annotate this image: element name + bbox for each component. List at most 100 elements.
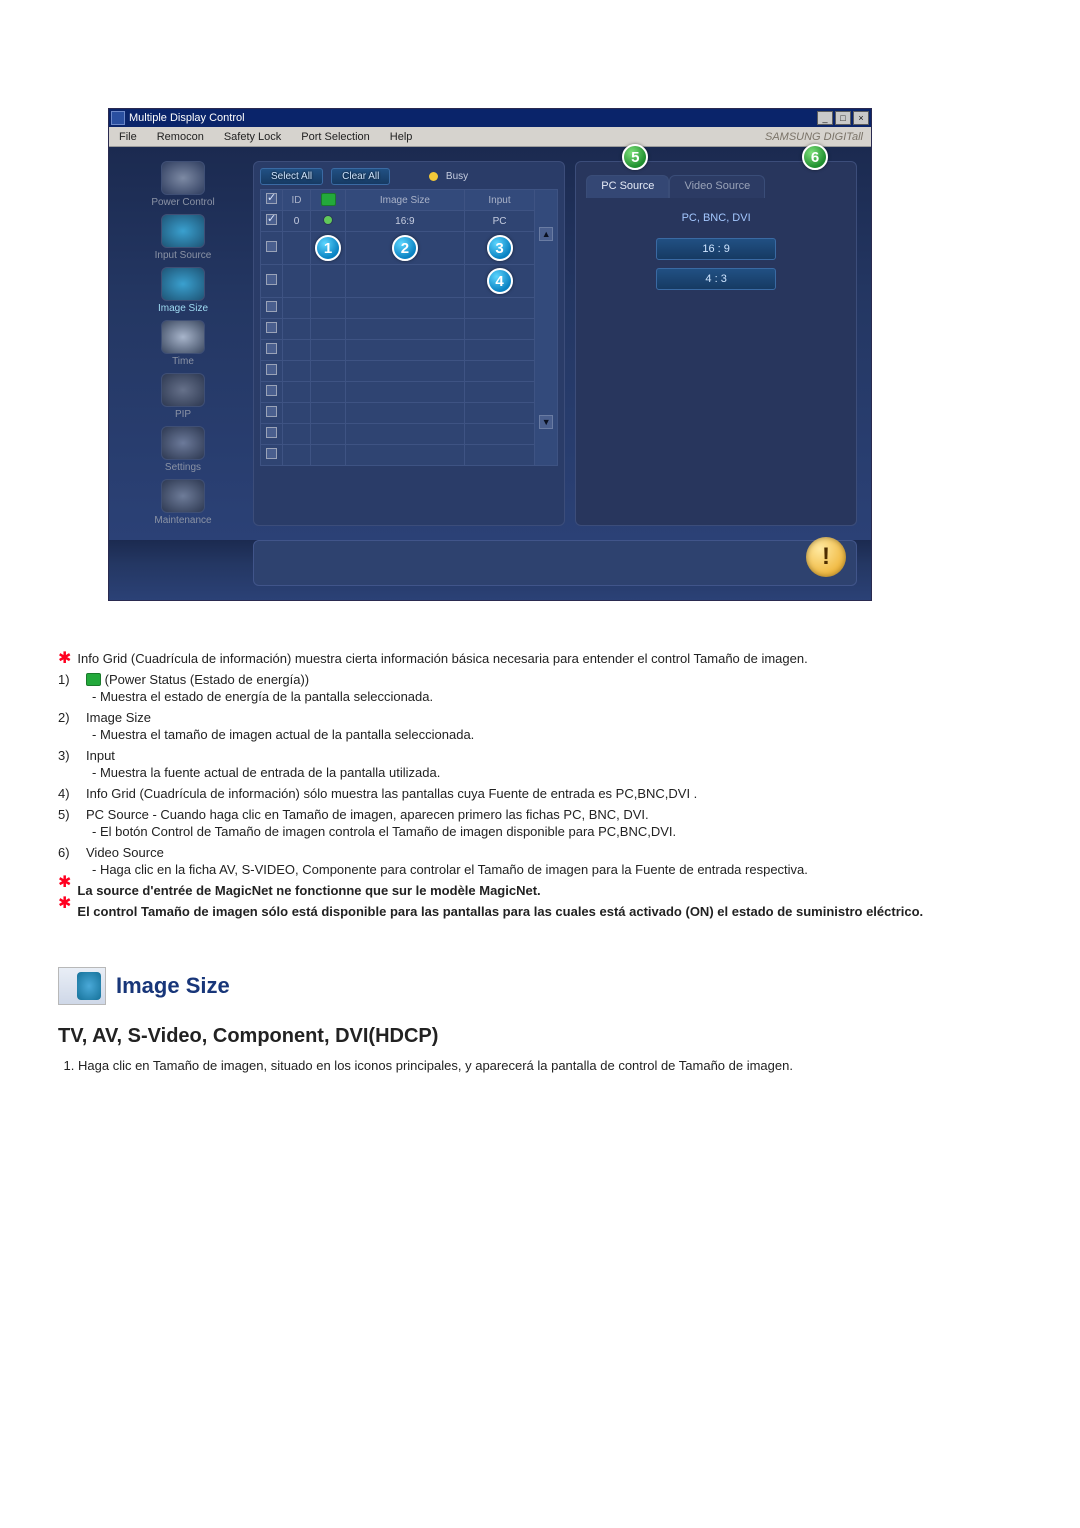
row-checkbox[interactable] — [266, 385, 277, 396]
row-checkbox[interactable] — [266, 274, 277, 285]
titlebar[interactable]: Multiple Display Control _ □ × — [109, 109, 871, 127]
menu-safety-lock[interactable]: Safety Lock — [214, 131, 291, 143]
table-row[interactable] — [261, 445, 558, 466]
row-checkbox[interactable] — [266, 241, 277, 252]
list-subtext: - Muestra la fuente actual de entrada de… — [92, 765, 1022, 780]
power-status-icon — [321, 193, 336, 206]
status-bar: ! — [253, 540, 857, 586]
list-subtext: - Haga clic en la ficha AV, S-VIDEO, Com… — [92, 862, 1022, 877]
ratio-16-9-button[interactable]: 16 : 9 — [656, 238, 776, 260]
section-heading-row: Image Size — [58, 967, 1022, 1005]
table-row[interactable] — [261, 298, 558, 319]
app-window: Multiple Display Control _ □ × File Remo… — [108, 108, 872, 601]
power-on-icon — [323, 215, 333, 225]
callout-6: 6 — [802, 144, 828, 170]
warning-note-2: ✱ El control Tamaño de imagen sólo está … — [58, 904, 1022, 919]
ratio-4-3-button[interactable]: 4 : 3 — [656, 268, 776, 290]
callout-3: 3 — [487, 235, 513, 261]
list-item-4: 4) Info Grid (Cuadrícula de información)… — [58, 786, 1022, 801]
sidebar-item-settings[interactable]: Settings — [124, 426, 242, 473]
scroll-down-icon[interactable]: ▼ — [539, 415, 553, 429]
row-checkbox[interactable] — [266, 448, 277, 459]
sidebar-item-input[interactable]: Input Source — [124, 214, 242, 261]
row-checkbox[interactable] — [266, 406, 277, 417]
scroll-up-icon[interactable]: ▲ — [539, 227, 553, 241]
list-text: Input — [86, 748, 115, 763]
sidebar-item-label: PIP — [124, 409, 242, 420]
row-checkbox[interactable] — [266, 301, 277, 312]
tab-pc-source[interactable]: PC Source — [586, 175, 669, 198]
list-item-5: 5) PC Source - Cuando haga clic en Tamañ… — [58, 807, 1022, 822]
time-icon — [161, 320, 205, 354]
sidebar-item-label: Settings — [124, 462, 242, 473]
intro-star-note: ✱ Info Grid (Cuadrícula de información) … — [58, 651, 1022, 666]
table-row[interactable]: 1 2 3 — [261, 232, 558, 265]
sidebar-item-maintenance[interactable]: Maintenance — [124, 479, 242, 526]
cell-image-size: 16:9 — [346, 211, 465, 232]
table-row[interactable] — [261, 340, 558, 361]
list-number: 5) — [58, 807, 80, 822]
table-row[interactable]: 0 16:9 PC — [261, 211, 558, 232]
sidebar-item-image-size[interactable]: Image Size — [124, 267, 242, 314]
subheading: TV, AV, S-Video, Component, DVI(HDCP) — [58, 1025, 1022, 1048]
menu-remocon[interactable]: Remocon — [147, 131, 214, 143]
list-subtext: - Muestra el estado de energía de la pan… — [92, 689, 1022, 704]
table-row[interactable] — [261, 319, 558, 340]
list-number: 4) — [58, 786, 80, 801]
list-text: Info Grid (Cuadrícula de información) só… — [86, 786, 697, 801]
table-row[interactable] — [261, 382, 558, 403]
col-input: Input — [464, 190, 534, 211]
callout-5: 5 — [622, 144, 648, 170]
maximize-button[interactable]: □ — [835, 111, 851, 125]
list-number: 6) — [58, 845, 80, 860]
list-item-1: 1) (Power Status (Estado de energía)) — [58, 672, 1022, 687]
clear-all-button[interactable]: Clear All — [331, 168, 390, 185]
list-text: (Power Status (Estado de energía)) — [105, 672, 310, 687]
ordered-step-1: Haga clic en Tamaño de imagen, situado e… — [78, 1058, 1022, 1073]
list-item-3: 3) Input — [58, 748, 1022, 763]
row-checkbox[interactable] — [266, 214, 277, 225]
minimize-button[interactable]: _ — [817, 111, 833, 125]
col-image-size: Image Size — [346, 190, 465, 211]
image-size-icon — [161, 267, 205, 301]
cell-id: 0 — [283, 211, 311, 232]
menu-file[interactable]: File — [109, 131, 147, 143]
table-row[interactable] — [261, 424, 558, 445]
table-row[interactable]: 4 — [261, 265, 558, 298]
sidebar-item-pip[interactable]: PIP — [124, 373, 242, 420]
sidebar-item-power[interactable]: Power Control — [124, 161, 242, 208]
sidebar-item-label: Image Size — [124, 303, 242, 314]
warning-note-1: ✱ La source d'entrée de MagicNet ne fonc… — [58, 883, 1022, 898]
sidebar-item-time[interactable]: Time — [124, 320, 242, 367]
list-text: PC Source - Cuando haga clic en Tamaño d… — [86, 807, 649, 822]
menu-port-selection[interactable]: Port Selection — [291, 131, 379, 143]
scrollbar[interactable]: ▲ ▼ — [535, 190, 558, 466]
col-id: ID — [283, 190, 311, 211]
list-subtext: - Muestra el tamaño de imagen actual de … — [92, 727, 1022, 742]
window-title: Multiple Display Control — [129, 112, 245, 124]
checkbox-icon[interactable] — [266, 193, 277, 204]
pip-icon — [161, 373, 205, 407]
intro-text: Info Grid (Cuadrícula de información) mu… — [77, 651, 807, 666]
table-row[interactable] — [261, 361, 558, 382]
sidebar: Power Control Input Source Image Size Ti… — [123, 161, 243, 526]
col-check[interactable] — [261, 190, 283, 211]
alert-icon: ! — [806, 537, 846, 577]
busy-indicator-icon — [429, 172, 438, 181]
tab-video-source[interactable]: Video Source — [669, 175, 765, 198]
sidebar-item-label: Power Control — [124, 197, 242, 208]
row-checkbox[interactable] — [266, 322, 277, 333]
menu-help[interactable]: Help — [380, 131, 423, 143]
row-checkbox[interactable] — [266, 427, 277, 438]
sidebar-item-label: Maintenance — [124, 515, 242, 526]
image-size-section-icon — [58, 967, 106, 1005]
select-all-button[interactable]: Select All — [260, 168, 323, 185]
row-checkbox[interactable] — [266, 364, 277, 375]
row-checkbox[interactable] — [266, 343, 277, 354]
input-source-icon — [161, 214, 205, 248]
close-button[interactable]: × — [853, 111, 869, 125]
table-row[interactable] — [261, 403, 558, 424]
app-icon — [111, 111, 125, 125]
sidebar-item-label: Time — [124, 356, 242, 367]
list-number: 1) — [58, 672, 80, 687]
